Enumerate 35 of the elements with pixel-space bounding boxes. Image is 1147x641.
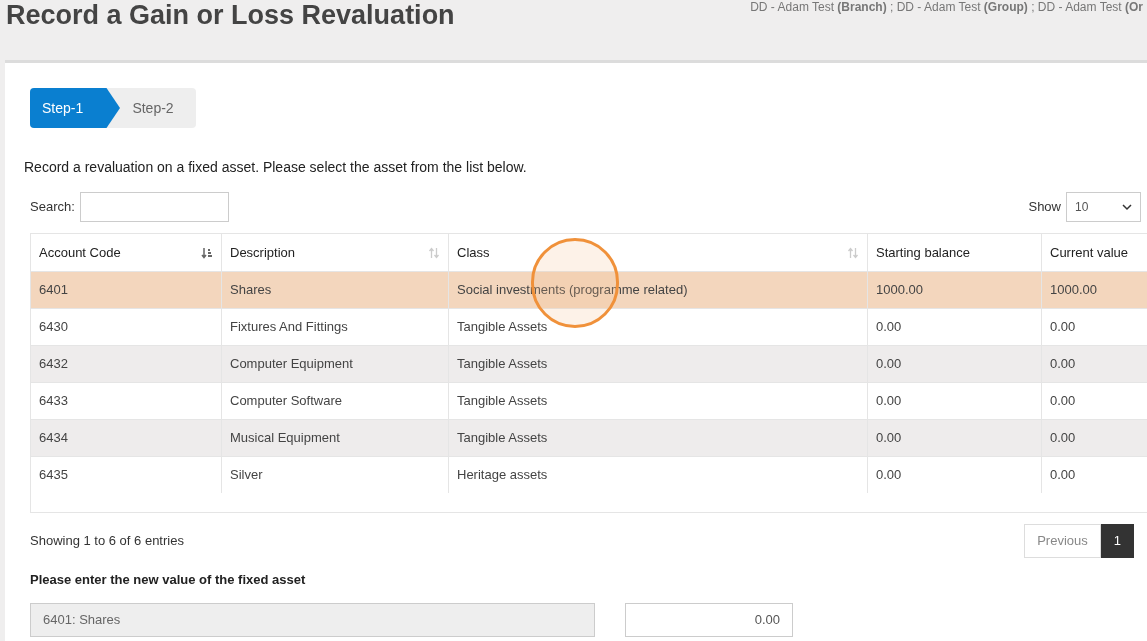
- instruction-text: Record a revaluation on a fixed asset. Please select the asset from the list below.: [24, 158, 528, 177]
- table-cell: Heritage assets: [448, 457, 867, 493]
- table-cell: 0.00: [867, 457, 1041, 493]
- table-row[interactable]: 6430 Fixtures And Fittings Tangible Assets 0.00 0.00: [31, 308, 1147, 345]
- table-cell-text: 6435: [38, 466, 69, 485]
- table-row[interactable]: 6432 Computer Equipment Tangible Assets 0.00 0.00: [31, 345, 1147, 382]
- new-value-label: Please enter the new value of the fixed asset: [30, 571, 307, 589]
- search-label: Search:: [30, 198, 75, 217]
- table-row[interactable]: 6435 Silver Heritage assets 0.00 0.00: [31, 456, 1147, 493]
- caret-icon: [1122, 203, 1132, 211]
- search-field[interactable]: [79, 192, 229, 222]
- page-size-select[interactable]: 10: [1066, 192, 1141, 222]
- table-cell: Silver: [221, 457, 448, 493]
- pagination-button[interactable]: 1: [1100, 524, 1134, 558]
- step-tab[interactable]: Step-1: [30, 88, 120, 128]
- sort-icon: [428, 246, 440, 259]
- table-cell-text: 6430: [38, 318, 69, 337]
- table-row[interactable]: 6434 Musical Equipment Tangible Assets 0.00 0.00: [31, 419, 1147, 456]
- sort-icon: [847, 246, 859, 259]
- pagination-button[interactable]: Previous: [1024, 524, 1101, 558]
- asset-field: 6401: Shares: [30, 602, 595, 637]
- table-cell-text: 6401: [38, 281, 69, 300]
- entries-info: Showing 1 to 6 of 6 entries: [30, 532, 184, 551]
- table-cell-text: 6432: [38, 355, 69, 374]
- step-tab[interactable]: Step-2: [106, 88, 196, 128]
- table-row[interactable]: 6433 Computer Software Tangible Assets 0.00 0.00: [31, 382, 1147, 419]
- page-title: Record a Gain or Loss Revaluation: [6, 0, 455, 30]
- table-cell: 0.00: [1041, 457, 1147, 493]
- column-header[interactable]: Account Code: [31, 234, 221, 271]
- new-value-field[interactable]: 0.00: [625, 602, 793, 637]
- sort-descending-icon: [201, 246, 213, 259]
- table-cell-text: 6434: [38, 429, 69, 448]
- table-cell-text: 6433: [38, 392, 69, 411]
- user-context: DD - Adam Test (Branch) ; DD - Adam Test (Group) ; DD - Adam Test (Or: [750, 0, 1144, 14]
- show-label: Show: [1028, 198, 1061, 217]
